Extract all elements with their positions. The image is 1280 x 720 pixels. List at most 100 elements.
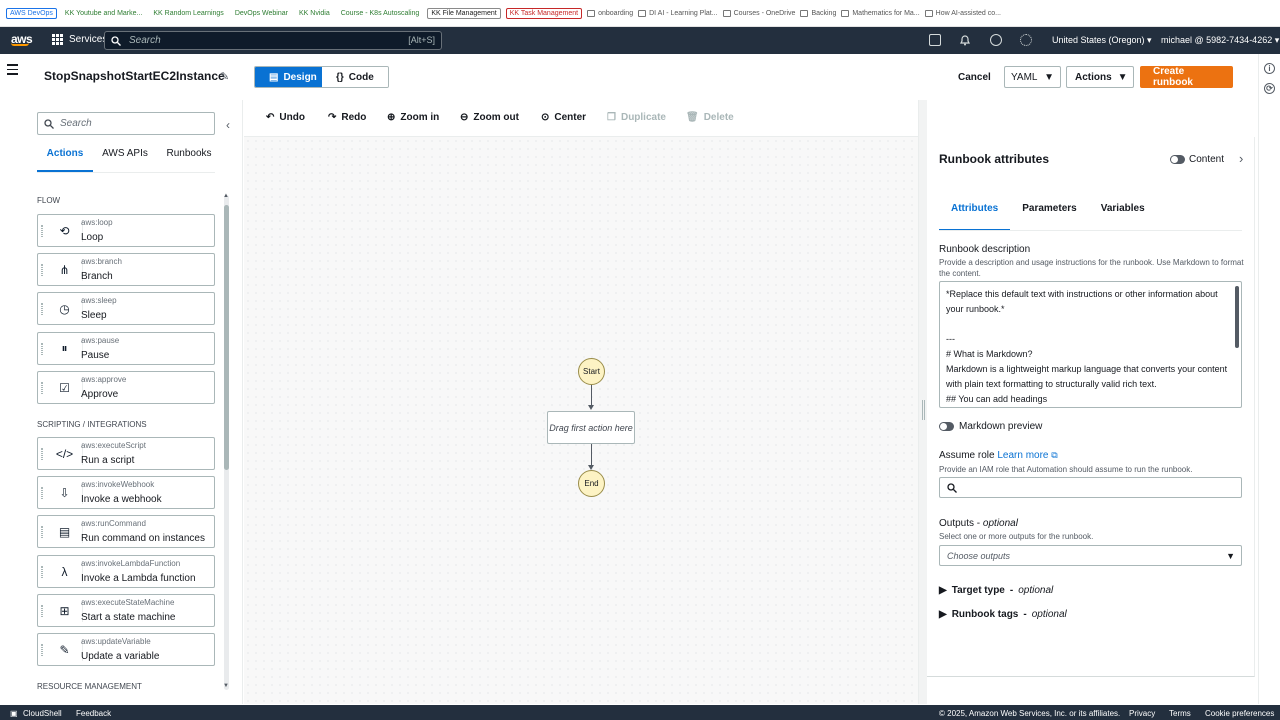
redo-button[interactable]: ↷ Redo xyxy=(328,112,366,123)
bookmark[interactable]: DevOps Webinar xyxy=(232,9,291,18)
info-icon[interactable]: i xyxy=(1264,63,1275,74)
design-canvas[interactable]: Start Drag first action here End xyxy=(244,137,918,704)
markdown-preview-toggle[interactable] xyxy=(939,422,954,431)
bookmark-folder[interactable]: How AI-assisted co... xyxy=(924,9,1001,17)
outputs-select[interactable]: Choose outputs ▼ xyxy=(939,545,1242,566)
action-card-run-command-on-instances[interactable]: ▤ aws:runCommand Run command on instances xyxy=(37,515,215,549)
target-type-expander[interactable]: ▶ Target type - optional xyxy=(939,585,1053,596)
bookmark-folder[interactable]: DI AI - Learning Plat... xyxy=(638,9,718,17)
actions-scrollbar[interactable] xyxy=(224,195,229,690)
terms-link[interactable]: Terms xyxy=(1169,709,1191,718)
tab-attributes[interactable]: Attributes xyxy=(939,203,1011,231)
actions-dropdown[interactable]: Actions ▼ xyxy=(1066,66,1134,88)
menu-icon[interactable] xyxy=(7,64,18,78)
global-search-input[interactable]: Search [Alt+S] xyxy=(104,31,442,50)
bookmark-folder[interactable]: Courses - OneDrive xyxy=(722,9,795,17)
design-tab[interactable]: ▤ Design xyxy=(255,67,322,87)
duplicate-button[interactable]: ❐ Duplicate xyxy=(607,112,666,123)
services-menu[interactable]: Services xyxy=(52,34,107,45)
bookmark[interactable]: KK Random Learnings xyxy=(150,9,226,18)
cloudshell-icon[interactable] xyxy=(929,34,941,46)
drag-handle-icon[interactable] xyxy=(41,448,43,460)
actions-search-input[interactable]: Search xyxy=(37,112,215,135)
zoom-out-button[interactable]: ⊖ Zoom out xyxy=(460,112,519,123)
action-card-run-a-script[interactable]: </> aws:executeScript Run a script xyxy=(37,437,215,470)
bookmark[interactable]: KK Task Management xyxy=(505,7,583,19)
cookie-preferences-link[interactable]: Cookie preferences xyxy=(1205,709,1274,718)
runbook-tags-expander[interactable]: ▶ Runbook tags - optional xyxy=(939,609,1067,620)
gear-icon[interactable] xyxy=(1020,34,1032,46)
bookmark-folder[interactable]: Backing xyxy=(800,9,836,17)
bookmark-folder[interactable]: Mathematics for Ma... xyxy=(841,9,920,17)
scroll-down-icon[interactable]: ▼ xyxy=(223,683,229,689)
feedback-link[interactable]: Feedback xyxy=(76,709,111,718)
start-node[interactable]: Start xyxy=(578,358,605,385)
copyright: © 2025, Amazon Web Services, Inc. or its… xyxy=(939,709,1121,718)
drag-handle-icon[interactable] xyxy=(41,644,43,656)
caret-down-icon: ▼ xyxy=(1226,550,1235,561)
bookmark[interactable]: KK Youtube and Marke... xyxy=(62,9,145,18)
bookmark[interactable]: AWS DevOps xyxy=(6,7,57,19)
drag-handle-icon[interactable] xyxy=(41,604,43,617)
drag-handle-icon[interactable] xyxy=(41,381,43,394)
folder-icon xyxy=(924,9,933,17)
drag-handle-icon[interactable] xyxy=(41,342,43,355)
textarea-scrollbar[interactable] xyxy=(1235,286,1239,348)
delete-button[interactable]: 🗑 Delete xyxy=(686,112,734,123)
action-icon: ✎ xyxy=(49,639,83,661)
format-select[interactable]: YAML ▼ xyxy=(1004,66,1061,88)
drag-handle-icon[interactable] xyxy=(41,487,43,500)
bookmark-folder[interactable]: onboarding xyxy=(587,9,633,17)
privacy-link[interactable]: Privacy xyxy=(1129,709,1155,718)
cancel-button[interactable]: Cancel xyxy=(958,66,991,88)
assume-role-input[interactable] xyxy=(939,477,1242,498)
tab-variables[interactable]: Variables xyxy=(1089,203,1157,231)
drag-handle-icon[interactable] xyxy=(41,303,43,316)
content-toggle[interactable] xyxy=(1170,155,1185,164)
help-panel-icon[interactable]: ⟳ xyxy=(1264,83,1275,94)
action-card-invoke-a-webhook[interactable]: ⇩ aws:invokeWebhook Invoke a webhook xyxy=(37,476,215,510)
create-runbook-button[interactable]: Create runbook xyxy=(1140,66,1233,88)
bookmark[interactable]: KK Nvidia xyxy=(296,9,333,18)
collapse-panel-icon[interactable]: ‹ xyxy=(226,118,230,132)
tab-actions[interactable]: Actions xyxy=(37,144,93,172)
center-button[interactable]: ⊙ Center xyxy=(541,112,586,123)
action-card-pause[interactable]: ⏸ aws:pause Pause xyxy=(37,331,215,365)
action-card-branch[interactable]: ⋔ aws:branch Branch xyxy=(37,253,215,287)
drop-zone[interactable]: Drag first action here xyxy=(547,411,635,444)
bookmark[interactable]: KK File Management xyxy=(427,7,501,19)
panel-resize-handle[interactable] xyxy=(918,100,927,704)
aws-logo[interactable]: aws xyxy=(11,32,33,46)
scroll-up-icon[interactable]: ▲ xyxy=(223,193,229,199)
cloudshell-icon[interactable]: ▣ xyxy=(10,709,18,718)
tab-parameters[interactable]: Parameters xyxy=(1010,203,1088,231)
drag-handle-icon[interactable] xyxy=(41,225,43,237)
account-menu[interactable]: michael @ 5982-7434-4262 ▾ xyxy=(1161,35,1279,46)
tab-aws-apis[interactable]: AWS APIs xyxy=(93,144,157,172)
drag-handle-icon[interactable] xyxy=(41,526,43,539)
caret-right-icon: ▶ xyxy=(939,585,947,596)
chevron-right-icon[interactable]: › xyxy=(1239,151,1243,166)
bookmark[interactable]: Course - K8s Autoscaling xyxy=(338,9,423,18)
drag-handle-icon[interactable] xyxy=(41,264,43,277)
learn-more-link[interactable]: Learn more xyxy=(997,450,1048,461)
actions-panel: Search ‹ Actions AWS APIs Runbooks FLOW … xyxy=(26,100,243,704)
edit-title-icon[interactable]: ✎ xyxy=(220,70,229,83)
zoom-in-button[interactable]: ⊕ Zoom in xyxy=(387,112,439,123)
cloudshell-link[interactable]: CloudShell xyxy=(23,709,62,718)
action-card-start-a-state-machine[interactable]: ⊞ aws:executeStateMachine Start a state ma… xyxy=(37,593,215,627)
action-card-sleep[interactable]: ◷ aws:sleep Sleep xyxy=(37,292,215,326)
tab-runbooks[interactable]: Runbooks xyxy=(157,144,221,172)
action-card-invoke-a-lambda-function[interactable]: λ aws:invokeLambdaFunction Invoke a Lambda… xyxy=(37,554,215,588)
action-card-approve[interactable]: ☑ aws:approve Approve xyxy=(37,370,215,404)
description-textarea[interactable]: *Replace this default text with instruct… xyxy=(939,281,1242,408)
action-card-loop[interactable]: ⟲ aws:loop Loop xyxy=(37,214,215,247)
description-label: Runbook description xyxy=(939,244,1031,255)
code-tab[interactable]: {} Code xyxy=(322,67,388,87)
action-card-update-a-variable[interactable]: ✎ aws:updateVariable Update a variable xyxy=(37,633,215,666)
region-selector[interactable]: United States (Oregon) ▾ xyxy=(1052,35,1152,46)
help-icon[interactable] xyxy=(990,34,1002,46)
drag-handle-icon[interactable] xyxy=(41,565,43,578)
undo-button[interactable]: ↶ Undo xyxy=(266,112,305,123)
end-node[interactable]: End xyxy=(578,470,605,497)
